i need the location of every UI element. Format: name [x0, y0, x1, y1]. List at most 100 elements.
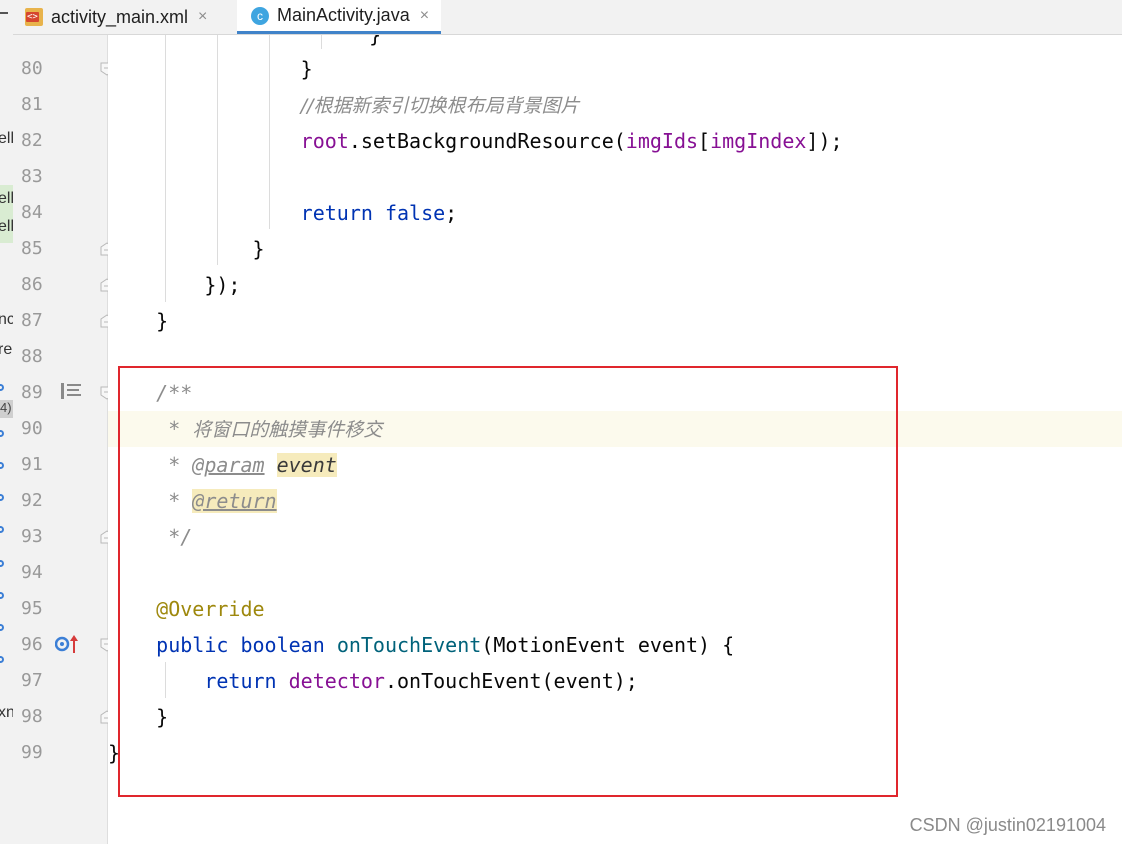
- brace: }: [108, 741, 121, 765]
- line-number: 87: [21, 310, 43, 331]
- keyword-return: return: [204, 669, 277, 693]
- keyword-return: return: [300, 201, 373, 225]
- javadoc-start: /**: [156, 381, 193, 405]
- line-number: 86: [21, 274, 43, 295]
- code-line-91[interactable]: * @param event: [108, 447, 1122, 483]
- javadoc-text: 将窗口的触摸事件移交: [192, 419, 383, 441]
- field-imgIds: imgIds: [625, 129, 699, 153]
- circle-icon: [0, 430, 4, 437]
- code-line-94[interactable]: [108, 555, 1122, 591]
- panel-fragment[interactable]: re: [0, 341, 12, 359]
- code-line-97[interactable]: return detector.onTouchEvent(event);: [108, 663, 1122, 699]
- code-line-92[interactable]: * @return: [108, 483, 1122, 519]
- panel-fragment[interactable]: ell: [0, 190, 13, 208]
- code-line-88[interactable]: [108, 339, 1122, 375]
- circle-icon: [0, 526, 4, 533]
- panel-fragment[interactable]: ell: [0, 130, 13, 148]
- line-number: 95: [21, 598, 43, 619]
- render-doc-icon[interactable]: [61, 383, 81, 404]
- line-number: 91: [21, 454, 43, 475]
- tab-activity-main-xml[interactable]: activity_main.xml ×: [25, 0, 207, 34]
- field-imgIndex: imgIndex: [710, 129, 807, 153]
- override-method-icon[interactable]: [54, 633, 81, 660]
- panel-fragment[interactable]: nc: [0, 311, 13, 329]
- close-icon[interactable]: ×: [198, 8, 207, 26]
- line-number-gutter[interactable]: 80 81 82 83 84 85 86 87 88 89 90 91 92 9…: [13, 35, 114, 844]
- count-badge: 4): [0, 400, 13, 418]
- keyword-false: false: [384, 201, 446, 225]
- line-number: 88: [21, 346, 43, 367]
- tab-label: activity_main.xml: [51, 6, 189, 27]
- code-line-80[interactable]: }: [108, 51, 1122, 87]
- annotation-override: @Override: [156, 597, 265, 621]
- code-line-82[interactable]: root.setBackgroundResource(imgIds[imgInd…: [108, 123, 1122, 159]
- statement-end: ]);: [806, 129, 843, 153]
- method-call: setBackgroundResource(: [360, 129, 626, 153]
- method-signature: (MotionEvent event) {: [481, 633, 735, 657]
- line-number: 94: [21, 562, 43, 583]
- code-line-86[interactable]: });: [108, 267, 1122, 303]
- line-number: 99: [21, 742, 43, 763]
- panel-fragment[interactable]: ell: [0, 218, 13, 236]
- brace: }: [156, 705, 169, 729]
- code-line-98[interactable]: }: [108, 699, 1122, 735]
- code-line-87[interactable]: }: [108, 303, 1122, 339]
- line-number: 81: [21, 94, 43, 115]
- brace: }: [252, 237, 265, 261]
- panel-fragment[interactable]: xn: [0, 704, 13, 722]
- javadoc-return-tag: @return: [192, 489, 277, 513]
- line-number: 84: [21, 202, 43, 223]
- project-panel-edge: ell ell ell nc re 4) xn: [0, 0, 14, 844]
- collapse-dash[interactable]: [0, 12, 8, 14]
- line-number: 96: [21, 634, 43, 655]
- circle-icon: [0, 384, 4, 391]
- brace: }: [156, 309, 169, 333]
- semicolon: ;: [445, 201, 458, 225]
- brace: }: [300, 57, 313, 81]
- line-number: 98: [21, 706, 43, 727]
- code-line-89[interactable]: /**: [108, 375, 1122, 411]
- code-line-93[interactable]: */: [108, 519, 1122, 555]
- circle-icon: [0, 560, 4, 567]
- closing-statement: });: [204, 273, 241, 297]
- line-number: 97: [21, 670, 43, 691]
- line-comment: //根据新索引切换根布局背景图片: [300, 95, 580, 117]
- line-number: 80: [21, 58, 43, 79]
- circle-icon: [0, 624, 4, 631]
- count-badge-text: 4): [0, 400, 12, 415]
- watermark: CSDN @justin02191004: [909, 815, 1106, 835]
- line-number: 89: [21, 382, 43, 403]
- dot: .: [348, 129, 361, 153]
- line-number: 82: [21, 130, 43, 151]
- close-icon[interactable]: ×: [420, 7, 429, 25]
- javadoc-star: *: [156, 453, 193, 477]
- code-line-83[interactable]: [108, 159, 1122, 195]
- java-class-icon: c: [251, 6, 269, 25]
- editor-tab-bar: activity_main.xml × c MainActivity.java …: [13, 0, 1122, 35]
- code-line-84[interactable]: return false;: [108, 195, 1122, 231]
- method-call: .onTouchEvent(event);: [384, 669, 638, 693]
- code-line-95[interactable]: @Override: [108, 591, 1122, 627]
- line-number: 83: [21, 166, 43, 187]
- field-detector: detector: [288, 669, 385, 693]
- line-number: 85: [21, 238, 43, 259]
- bracket: [: [698, 129, 711, 153]
- javadoc-param-tag: @param: [192, 453, 265, 477]
- circle-icon: [0, 592, 4, 599]
- code-line-99[interactable]: }: [108, 735, 1122, 771]
- circle-icon: [0, 462, 4, 469]
- javadoc-star: *: [156, 417, 193, 441]
- line-number: 90: [21, 418, 43, 439]
- keyword-public: public: [156, 633, 229, 657]
- code-line-90[interactable]: * 将窗口的触摸事件移交: [108, 411, 1122, 447]
- code-line-81[interactable]: //根据新索引切换根布局背景图片: [108, 87, 1122, 123]
- field-root: root: [300, 129, 349, 153]
- line-number: 92: [21, 490, 43, 511]
- javadoc-star: *: [156, 489, 193, 513]
- javadoc-end: */: [156, 525, 193, 549]
- line-number: 93: [21, 526, 43, 547]
- code-line-85[interactable]: }: [108, 231, 1122, 267]
- code-editor[interactable]: } } //根据新索引切换根布局背景图片 root.setBackgroundR…: [108, 35, 1122, 844]
- tab-mainactivity-java[interactable]: c MainActivity.java ×: [237, 0, 442, 34]
- code-line-96[interactable]: public boolean onTouchEvent(MotionEvent …: [108, 627, 1122, 663]
